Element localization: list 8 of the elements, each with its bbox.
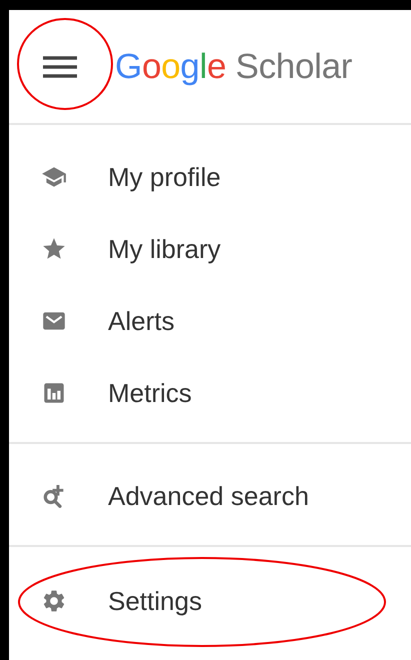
menu-item[interactable]: Metrics bbox=[9, 357, 411, 429]
menu-item[interactable]: My library bbox=[9, 213, 411, 285]
menu-icon bbox=[42, 54, 78, 78]
menu-item[interactable]: Alerts bbox=[9, 285, 411, 357]
menu-item[interactable]: My profile bbox=[9, 141, 411, 213]
menu-item[interactable]: Advanced search bbox=[9, 460, 411, 532]
menu-item[interactable]: Settings bbox=[9, 565, 411, 637]
site-logo[interactable]: Google Scholar bbox=[115, 46, 352, 86]
